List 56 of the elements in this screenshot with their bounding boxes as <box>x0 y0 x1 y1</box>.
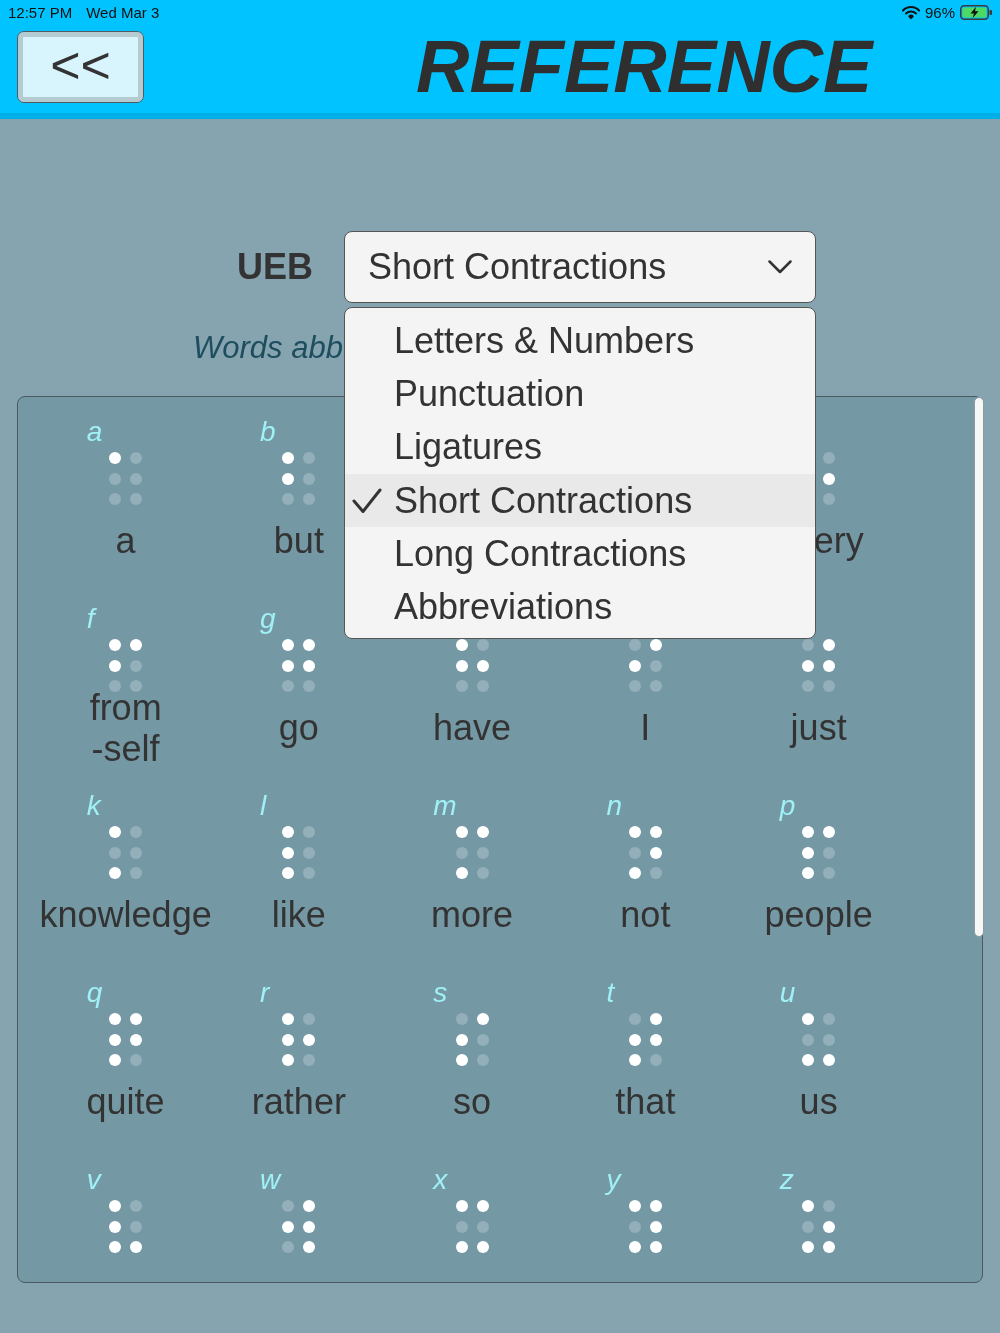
letter-label: b <box>259 416 276 448</box>
word-label: quite <box>86 1081 165 1123</box>
menu-item[interactable]: Short Contractions <box>345 473 815 528</box>
word-label: go <box>278 707 319 749</box>
battery-icon <box>960 4 992 20</box>
page-title: REFERENCE <box>416 30 873 104</box>
scrollbar-thumb[interactable] <box>974 397 984 937</box>
word-label: I <box>640 707 651 749</box>
word-label: ery <box>813 520 864 562</box>
word-label: just <box>790 707 847 749</box>
menu-item[interactable]: Abbreviations <box>345 580 815 634</box>
letter-label: p <box>779 790 796 822</box>
letter-label: m <box>433 790 457 822</box>
letter-label: f <box>86 603 95 635</box>
letter-label: w <box>259 1164 281 1196</box>
letter-label: x <box>433 1164 448 1196</box>
menu-item[interactable]: Letters & Numbers <box>345 314 815 368</box>
word-label: but <box>273 520 324 562</box>
letter-label: t <box>606 977 615 1009</box>
letter-label: q <box>86 977 103 1009</box>
word-label: from -self <box>89 686 162 770</box>
letter-label: a <box>86 416 103 448</box>
letter-label: l <box>259 790 267 822</box>
menu-item[interactable]: Long Contractions <box>345 527 815 581</box>
battery-percentage: 96% <box>924 3 955 21</box>
letter-label: r <box>259 977 270 1009</box>
letter-label: s <box>433 977 448 1009</box>
category-dropdown[interactable]: Short Contractions <box>344 231 816 303</box>
letter-label: g <box>259 603 276 635</box>
word-label: more <box>431 894 514 936</box>
word-label: people <box>764 894 873 936</box>
letter-label: u <box>779 977 796 1009</box>
chevron-down-icon <box>768 260 792 274</box>
letter-label: z <box>779 1164 794 1196</box>
word-label: that <box>615 1081 676 1123</box>
letter-label: n <box>606 790 622 822</box>
menu-item[interactable]: Ligatures <box>345 420 815 474</box>
word-label: have <box>433 707 512 749</box>
status-time: 12:57 PM <box>8 3 73 21</box>
wifi-icon <box>901 5 920 19</box>
word-label: so <box>453 1081 492 1123</box>
word-label: a <box>115 520 136 562</box>
word-label: like <box>271 894 326 936</box>
word-label: rather <box>251 1081 346 1123</box>
letter-label: k <box>86 790 101 822</box>
checkmark-icon <box>352 487 382 514</box>
menu-item[interactable]: Punctuation <box>345 367 815 421</box>
word-label: knowledge <box>39 894 212 936</box>
braille-code-label: UEB <box>237 246 313 288</box>
word-label: not <box>620 894 671 936</box>
letter-label: v <box>86 1164 101 1196</box>
letter-label: y <box>606 1164 621 1196</box>
word-label: us <box>799 1081 838 1123</box>
status-date: Wed Mar 3 <box>86 3 160 21</box>
back-button[interactable]: << <box>17 31 144 103</box>
description-text: Words abb <box>193 330 343 366</box>
